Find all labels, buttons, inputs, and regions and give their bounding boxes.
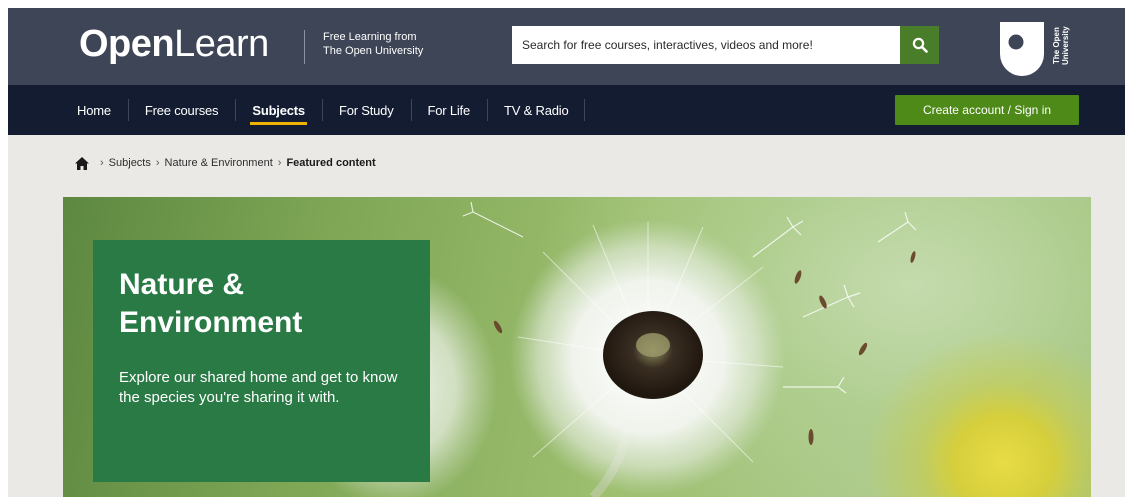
hero-card: Nature & Environment Explore our shared …	[93, 240, 430, 482]
logo-text-open: Open	[79, 23, 175, 65]
breadcrumb-separator: ›	[100, 157, 104, 169]
hero-title: Nature & Environment	[119, 268, 303, 339]
search-button[interactable]	[900, 26, 939, 64]
logo-text-learn: Learn	[174, 23, 269, 65]
home-icon	[75, 156, 89, 170]
breadcrumb-current: Featured content	[286, 157, 376, 169]
breadcrumb: › Subjects › Nature & Environment › Feat…	[75, 153, 376, 173]
open-university-label: The Open University	[1052, 26, 1070, 66]
nav-item-label: Free courses	[144, 102, 219, 118]
active-indicator	[250, 122, 307, 125]
tagline-line-2: The Open University	[323, 45, 424, 57]
search-bar	[512, 26, 939, 64]
breadcrumb-separator: ›	[155, 157, 160, 169]
nav-item-label: Home	[77, 102, 111, 118]
search-input[interactable]	[512, 26, 900, 64]
nav-item-for-life[interactable]: For Life	[410, 85, 487, 135]
breadcrumb-separator: ›	[277, 157, 282, 169]
nav-list: Home Free courses Subjects For Study For…	[60, 85, 586, 135]
site-tagline: Free Learning from The Open University	[304, 30, 474, 64]
tagline-line-1: Free Learning from	[323, 31, 417, 43]
nav-item-label: TV & Radio	[504, 102, 569, 118]
openlearn-logo[interactable]: OpenLearn	[79, 21, 269, 67]
nav-item-tv-radio[interactable]: TV & Radio	[487, 85, 586, 135]
hero-banner: Nature & Environment Explore our shared …	[63, 197, 1091, 497]
nav-item-subjects[interactable]: Subjects	[235, 85, 322, 135]
nav-item-label: For Life	[427, 102, 471, 118]
breadcrumb-nature-environment[interactable]: Nature & Environment	[165, 157, 273, 169]
hero-description: Explore our shared home and get to know …	[119, 369, 398, 406]
breadcrumb-home[interactable]	[75, 156, 89, 170]
create-account-sign-in-button[interactable]: Create account / Sign in	[895, 95, 1079, 125]
nav-item-label: Subjects	[252, 102, 305, 118]
page-frame: OpenLearn Free Learning from The Open Un…	[8, 8, 1125, 497]
breadcrumb-subjects[interactable]: Subjects	[109, 157, 151, 169]
nav-item-free-courses[interactable]: Free courses	[127, 85, 235, 135]
site-header: OpenLearn Free Learning from The Open Un…	[8, 8, 1125, 85]
nav-item-for-study[interactable]: For Study	[321, 85, 411, 135]
search-icon	[912, 37, 928, 53]
nav-item-label: For Study	[338, 102, 394, 118]
nav-item-home[interactable]: Home	[60, 85, 128, 135]
